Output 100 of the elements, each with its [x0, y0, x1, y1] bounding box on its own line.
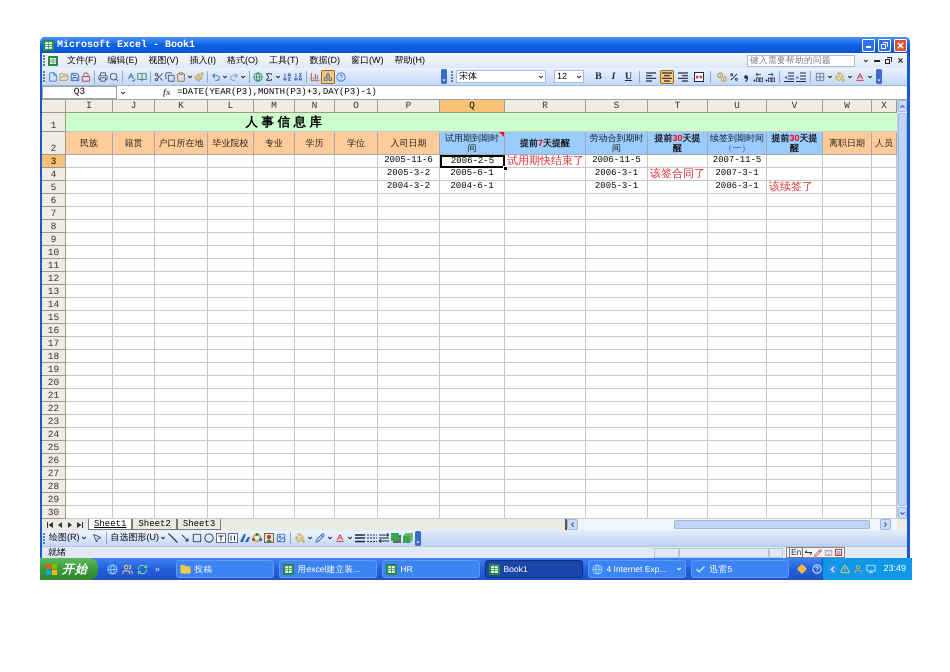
bar-chart-icon[interactable] — [310, 72, 320, 82]
row-header[interactable]: 14 — [42, 298, 66, 311]
column-header[interactable]: O — [335, 100, 378, 113]
menu-item[interactable]: 视图(V) — [148, 54, 180, 68]
first-sheet-icon[interactable] — [46, 522, 53, 528]
book-icon[interactable] — [137, 72, 147, 82]
toolbar-options-icon[interactable] — [441, 69, 447, 84]
menu-item[interactable]: 格式(O) — [226, 54, 259, 68]
sort-ascending-icon[interactable] — [282, 72, 292, 82]
font-color-icon[interactable] — [335, 533, 345, 543]
column-header[interactable]: W — [823, 100, 872, 113]
minimize-icon[interactable] — [866, 46, 871, 48]
row-header[interactable]: 27 — [42, 467, 66, 480]
function-button[interactable]: fx — [163, 86, 175, 100]
caret-icon[interactable] — [827, 74, 833, 80]
picture-icon[interactable] — [276, 533, 286, 543]
cube-icon[interactable] — [403, 533, 413, 543]
scroll-thumb[interactable] — [674, 520, 870, 529]
vertical-text-box-icon[interactable] — [228, 533, 238, 543]
menu-item[interactable]: 插入(I) — [188, 54, 217, 68]
increase-indent-icon[interactable] — [796, 72, 806, 82]
font-size-field[interactable]: 12 — [554, 70, 584, 83]
taskbar-button[interactable]: Book1 — [485, 560, 584, 578]
toolbar-options-icon[interactable] — [876, 69, 882, 84]
column-header[interactable]: Q — [440, 100, 505, 113]
caret-icon[interactable] — [538, 74, 544, 80]
clip-art-icon[interactable] — [264, 533, 274, 543]
row-header[interactable]: 13 — [42, 285, 66, 298]
row-header[interactable]: 6 — [42, 194, 66, 207]
sheet-tab[interactable]: Sheet1 — [88, 519, 132, 530]
column-header[interactable]: K — [155, 100, 208, 113]
row-header[interactable]: 29 — [42, 493, 66, 506]
row-header[interactable]: 7 — [42, 207, 66, 220]
row-header[interactable]: 8 — [42, 220, 66, 233]
caret-icon[interactable] — [160, 535, 166, 541]
caret-icon[interactable] — [847, 74, 853, 80]
row-header[interactable]: 16 — [42, 324, 66, 337]
fill-color-icon[interactable] — [835, 72, 845, 82]
text-box-icon[interactable] — [216, 533, 226, 543]
restore-document-icon[interactable] — [885, 57, 892, 64]
previous-sheet-icon[interactable] — [58, 522, 62, 528]
horizontal-scrollbar[interactable] — [565, 519, 897, 530]
globe-icon[interactable] — [253, 72, 263, 82]
printer-icon[interactable] — [98, 72, 108, 82]
menu-item[interactable]: 窗口(W) — [350, 54, 384, 68]
diagram-icon[interactable] — [252, 533, 262, 543]
caret-icon[interactable] — [867, 74, 873, 80]
row-header[interactable]: 25 — [42, 441, 66, 454]
minimize-button[interactable] — [862, 38, 875, 52]
row-header[interactable]: 21 — [42, 389, 66, 402]
taskbar-button[interactable]: 投稿 — [176, 560, 274, 578]
column-header[interactable]: L — [208, 100, 254, 113]
taskbar-button[interactable]: 迅雷5 — [691, 560, 790, 578]
last-sheet-icon[interactable] — [77, 522, 84, 528]
column-header[interactable]: T — [648, 100, 708, 113]
row-header[interactable]: 22 — [42, 402, 66, 415]
more-icon[interactable] — [154, 566, 162, 572]
menu-item[interactable]: 帮助(H) — [394, 54, 426, 68]
column-header[interactable]: S — [586, 100, 648, 113]
row-header[interactable]: 24 — [42, 428, 66, 441]
magnifier-icon[interactable] — [109, 72, 119, 82]
row-header[interactable]: 12 — [42, 272, 66, 285]
column-header[interactable]: N — [295, 100, 335, 113]
row-header[interactable]: 4 — [42, 168, 66, 181]
column-header[interactable]: V — [767, 100, 823, 113]
draw-menu-button[interactable]: 绘图(R) — [49, 531, 86, 545]
workbook-icon[interactable] — [48, 56, 58, 66]
line-color-icon[interactable] — [315, 533, 325, 543]
next-sheet-icon[interactable] — [68, 522, 72, 528]
copy-icon[interactable] — [165, 72, 175, 82]
keyboard-icon[interactable] — [824, 548, 834, 556]
line-style-icon[interactable] — [355, 533, 365, 543]
help-search-field[interactable]: 键入需要帮助的问题 — [747, 54, 855, 66]
column-header[interactable]: P — [378, 100, 440, 113]
language-bar[interactable]: En — [786, 547, 846, 558]
shadow-icon[interactable] — [391, 533, 401, 543]
fill-handle[interactable] — [503, 166, 508, 171]
row-header[interactable]: 10 — [42, 246, 66, 259]
help-icon[interactable] — [336, 72, 346, 82]
browser-icon[interactable] — [107, 564, 118, 574]
column-header[interactable]: X — [872, 100, 897, 113]
row-header[interactable]: 17 — [42, 337, 66, 350]
start-button[interactable]: 开始 — [40, 558, 98, 580]
spell-check-icon[interactable] — [126, 72, 136, 82]
restore-button[interactable] — [878, 38, 891, 52]
rectangle-icon[interactable] — [192, 533, 202, 543]
menu-item[interactable]: 工具(T) — [268, 54, 300, 68]
row-header[interactable]: 15 — [42, 311, 66, 324]
column-header[interactable]: M — [254, 100, 295, 113]
active-cell[interactable]: 2006-2-5 — [440, 155, 505, 168]
menu-item[interactable]: 数据(D) — [308, 54, 341, 68]
fill-color-icon[interactable] — [295, 533, 305, 543]
row-header[interactable]: 28 — [42, 480, 66, 493]
decrease-indent-icon[interactable] — [784, 72, 794, 82]
monitor-icon[interactable] — [866, 564, 876, 574]
close-document-icon[interactable] — [897, 57, 904, 64]
row-header[interactable]: 5 — [42, 181, 66, 194]
row-header[interactable]: 9 — [42, 233, 66, 246]
scroll-down-button[interactable] — [898, 507, 907, 519]
column-header[interactable]: I — [66, 100, 113, 113]
